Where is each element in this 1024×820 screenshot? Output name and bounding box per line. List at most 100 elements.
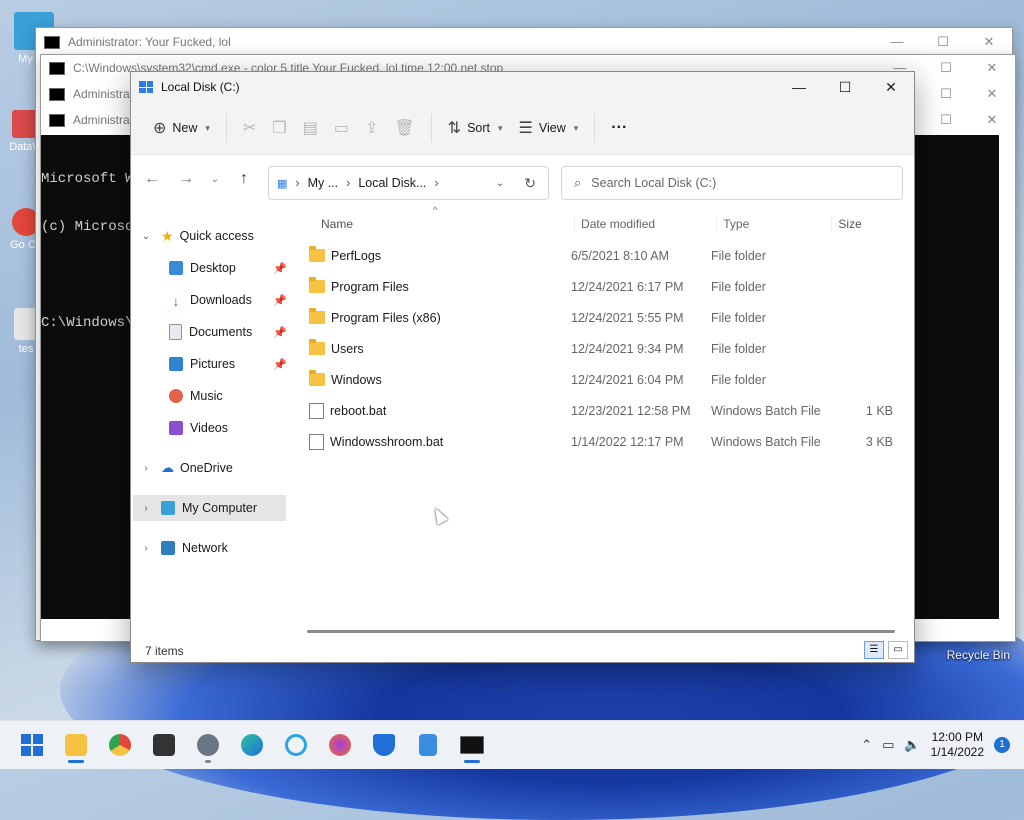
batch-file-icon [309, 433, 324, 450]
new-button[interactable]: ⊕ New ▾ [145, 112, 218, 144]
shield-icon [373, 734, 395, 756]
maximize-icon[interactable]: ☐ [923, 112, 969, 128]
paste-button[interactable]: ▤ [295, 112, 326, 144]
view-toggle: ☰ ▭ [864, 641, 908, 659]
share-button[interactable]: ⇪ [357, 112, 386, 144]
column-header-name[interactable]: Name ^ [301, 205, 574, 231]
speaker-icon[interactable]: 🔈 [904, 737, 920, 753]
desktop-icon-label: tes [18, 343, 34, 355]
sidebar-item-quick-access[interactable]: ⌄ ★ Quick access [139, 223, 254, 249]
network-icon [161, 541, 175, 555]
taskbar-chrome[interactable] [98, 725, 142, 765]
sidebar-item-network[interactable]: › Network [139, 535, 228, 561]
chevron-down-icon: ▾ [498, 122, 503, 133]
maximize-icon[interactable]: ☐ [920, 34, 966, 50]
file-type: File folder [711, 279, 766, 294]
music-icon [169, 389, 183, 403]
breadcrumb-my-computer[interactable]: My ... [308, 176, 339, 190]
sidebar-item-my-computer[interactable]: › My Computer [133, 495, 286, 521]
back-arrow-icon[interactable]: ← [135, 170, 169, 188]
batch-file-icon [309, 402, 324, 419]
up-arrow-icon[interactable]: ↑ [227, 170, 261, 188]
close-icon[interactable]: ✕ [969, 60, 1015, 76]
taskbar-cortana[interactable] [274, 725, 318, 765]
taskbar-store[interactable] [142, 725, 186, 765]
tiles-view-icon[interactable]: ▭ [888, 641, 908, 659]
file-date: 12/24/2021 6:17 PM [571, 279, 684, 294]
copy-button[interactable]: ❐ [264, 112, 294, 144]
pin-icon[interactable]: 📌 [273, 358, 287, 371]
sidebar-item-onedrive[interactable]: › ☁ OneDrive [139, 455, 232, 481]
cmd-title: Administrator: Your Fucked, lol [68, 35, 231, 49]
scissors-icon: ✂ [242, 120, 257, 137]
rename-button[interactable]: ▭ [326, 112, 357, 144]
file-explorer-window[interactable]: Local Disk (C:) — ☐ ✕ ⊕ New ▾ ✂ ❐ ▤ ▭ ⇪ … [130, 71, 915, 663]
view-button[interactable]: ☰ View ▾ [511, 112, 587, 144]
breadcrumb-separator-icon: › [346, 176, 351, 190]
chevron-up-icon[interactable]: ⌃ [861, 737, 872, 753]
sidebar-item-downloads[interactable]: ↓ Downloads 📌 [169, 287, 291, 313]
taskbar-edge[interactable] [230, 725, 274, 765]
file-row[interactable]: Users 12/24/2021 9:34 PM File folder [301, 333, 900, 364]
file-row[interactable]: Windows 12/24/2021 6:04 PM File folder [301, 364, 900, 395]
taskbar-cmd[interactable] [450, 725, 494, 765]
video-icon [169, 421, 183, 435]
file-date: 12/23/2021 12:58 PM [571, 403, 691, 418]
file-date: 12/24/2021 5:55 PM [571, 310, 684, 325]
pin-icon[interactable]: 📌 [273, 294, 287, 307]
address-dropdown-icon[interactable]: ⌄ [496, 178, 504, 189]
network-icon[interactable]: ▭ [882, 737, 894, 753]
notification-badge[interactable]: 1 [994, 737, 1010, 753]
file-row[interactable]: PerfLogs 6/5/2021 8:10 AM File folder [301, 240, 900, 271]
start-button[interactable] [10, 725, 54, 765]
maximize-icon[interactable]: ☐ [923, 86, 969, 102]
gear-icon [197, 734, 219, 756]
file-row[interactable]: reboot.bat 12/23/2021 12:58 PM Windows B… [301, 395, 900, 426]
sidebar-item-desktop[interactable]: Desktop 📌 [169, 255, 291, 281]
sort-button[interactable]: ⇅ Sort ▾ [440, 112, 511, 144]
column-header-date[interactable]: Date modified [574, 217, 716, 231]
refresh-icon[interactable]: ↻ [524, 175, 536, 192]
recent-chevron-icon[interactable]: ⌄ [203, 174, 227, 185]
search-placeholder: Search Local Disk (C:) [591, 176, 717, 190]
more-options-button[interactable]: ··· [603, 112, 635, 144]
cut-button[interactable]: ✂ [235, 112, 264, 144]
taskbar-file-explorer[interactable] [54, 725, 98, 765]
sidebar-item-documents[interactable]: Documents 📌 [169, 319, 291, 345]
cmd-titlebar[interactable]: Administrator: Your Fucked, lol — ☐ ✕ [36, 28, 1012, 56]
taskbar-firefox[interactable] [318, 725, 362, 765]
address-bar[interactable]: ▦ › My ... › Local Disk... › ⌄ ↻ [268, 166, 549, 200]
list-view-icon: ☰ [518, 120, 533, 137]
forward-arrow-icon[interactable]: → [169, 170, 203, 188]
file-row[interactable]: Program Files (x86) 12/24/2021 5:55 PM F… [301, 302, 900, 333]
file-size: 3 KB [865, 434, 893, 449]
close-icon[interactable]: ✕ [868, 72, 914, 102]
column-header-type[interactable]: Type [716, 217, 831, 231]
sidebar-item-music[interactable]: Music [169, 383, 223, 409]
search-box[interactable]: ⌕ Search Local Disk (C:) [561, 166, 903, 200]
taskbar-defender[interactable] [362, 725, 406, 765]
breadcrumb-local-disk[interactable]: Local Disk... [358, 176, 426, 190]
file-row[interactable]: Windowsshroom.bat 1/14/2022 12:17 PM Win… [301, 426, 900, 457]
pin-icon[interactable]: 📌 [273, 262, 287, 275]
close-icon[interactable]: ✕ [969, 112, 1015, 128]
taskbar-notepad[interactable] [406, 725, 450, 765]
pin-icon[interactable]: 📌 [273, 326, 287, 339]
close-icon[interactable]: ✕ [966, 34, 1012, 50]
close-icon[interactable]: ✕ [969, 86, 1015, 102]
clock[interactable]: 12:00 PM 1/14/2022 [931, 730, 984, 760]
explorer-titlebar[interactable]: Local Disk (C:) — ☐ ✕ [131, 72, 914, 102]
recycle-bin-label[interactable]: Recycle Bin [947, 648, 1010, 662]
delete-button[interactable]: 🗑 [386, 112, 422, 144]
details-view-icon[interactable]: ☰ [864, 641, 884, 659]
maximize-icon[interactable]: ☐ [923, 60, 969, 76]
column-header-size[interactable]: Size [831, 217, 906, 231]
taskbar-settings[interactable] [186, 725, 230, 765]
sidebar-item-videos[interactable]: Videos [169, 415, 228, 441]
minimize-icon[interactable]: — [776, 72, 822, 102]
sidebar-item-pictures[interactable]: Pictures 📌 [169, 351, 291, 377]
maximize-icon[interactable]: ☐ [822, 72, 868, 102]
file-row[interactable]: Program Files 12/24/2021 6:17 PM File fo… [301, 271, 900, 302]
minimize-icon[interactable]: — [874, 34, 920, 50]
horizontal-scrollbar[interactable] [307, 630, 895, 633]
